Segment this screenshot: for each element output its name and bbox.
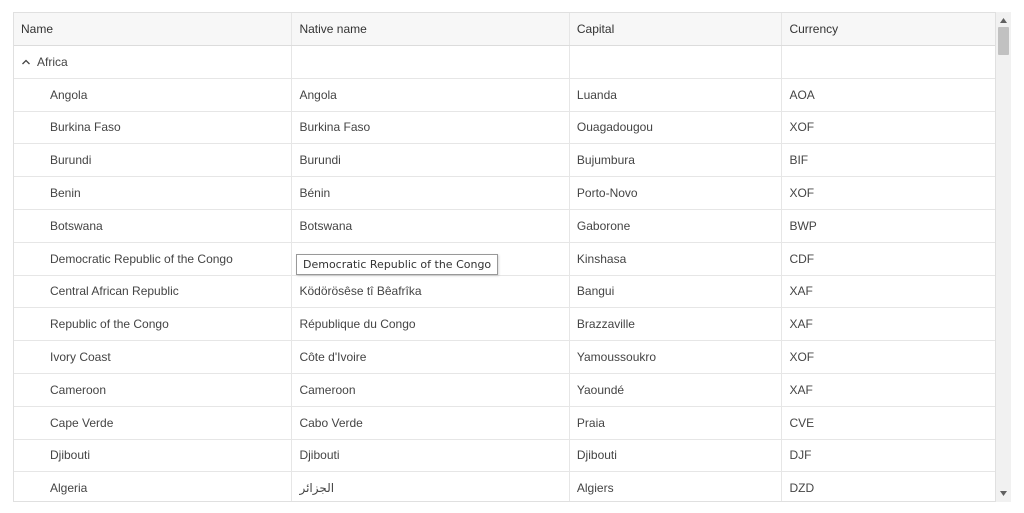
cell-currency[interactable]: AOA	[782, 79, 995, 111]
table-row[interactable]: Burkina Faso Burkina Faso Ouagadougou XOF	[14, 111, 995, 145]
cell-capital[interactable]: Yaoundé	[570, 373, 783, 406]
cell-currency[interactable]: CVE	[782, 407, 995, 439]
cell-capital[interactable]: Praia	[570, 406, 783, 439]
column-header-native-name[interactable]: Native name	[292, 13, 570, 45]
group-cell-empty	[782, 46, 995, 78]
cell-currency[interactable]: XAF	[782, 276, 995, 308]
cell-capital[interactable]: Luanda	[570, 78, 783, 111]
cell-capital[interactable]: Yamoussoukro	[570, 341, 783, 373]
cell-capital[interactable]: Gaborone	[570, 209, 783, 242]
cell-capital[interactable]: Brazzaville	[570, 308, 783, 341]
cell-capital[interactable]: Bujumbura	[570, 144, 783, 177]
cell-tooltip: Democratic Republic of the Congo	[296, 254, 499, 275]
table-row[interactable]: Ivory Coast Côte d'Ivoire Yamoussoukro XOF	[14, 341, 995, 374]
group-row-africa[interactable]: Africa	[14, 46, 995, 79]
cell-native-name[interactable]: Burundi	[292, 144, 570, 177]
cell-currency[interactable]: CDF	[782, 243, 995, 275]
group-cell-empty	[292, 46, 570, 78]
table-row[interactable]: Cameroon Cameroon Yaoundé XAF	[14, 373, 995, 407]
cell-native-name[interactable]: République du Congo	[292, 308, 570, 341]
cell-capital[interactable]: Djibouti	[570, 439, 783, 472]
cell-native-name[interactable]: Djibouti	[292, 439, 570, 472]
cell-name[interactable]: Benin	[14, 177, 293, 209]
scroll-up-arrow-icon[interactable]	[996, 14, 1011, 27]
cell-currency[interactable]: DJF	[782, 440, 995, 472]
cell-currency[interactable]: XAF	[782, 308, 995, 340]
grid-body: Angola Angola Luanda AOA Burkina Faso Burkina…	[14, 78, 995, 501]
cell-name[interactable]: Algeria	[14, 472, 293, 501]
column-header-capital[interactable]: Capital	[570, 13, 783, 45]
group-cell[interactable]: Africa	[14, 46, 293, 78]
cell-name[interactable]: Cape Verde	[14, 406, 293, 439]
cell-native-name[interactable]: Cameroon	[292, 373, 570, 406]
vertical-scrollbar[interactable]	[996, 12, 1011, 502]
group-label: Africa	[37, 54, 68, 69]
group-cell-empty	[570, 46, 783, 78]
cell-currency[interactable]: XOF	[782, 177, 995, 209]
column-header-currency[interactable]: Currency	[782, 13, 995, 45]
table-row[interactable]: Angola Angola Luanda AOA	[14, 78, 995, 112]
table-row[interactable]: Botswana Botswana Gaborone BWP	[14, 209, 995, 243]
cell-capital[interactable]: Ouagadougou	[570, 111, 783, 144]
cell-native-name[interactable]: Burkina Faso	[292, 111, 570, 144]
cell-native-name[interactable]: Ködörösêse tî Bêafrîka	[292, 275, 570, 308]
table-row[interactable]: Burundi Burundi Bujumbura BIF	[14, 144, 995, 178]
countries-grid: Name Native name Capital Currency Africa…	[13, 12, 996, 502]
cell-name[interactable]: Ivory Coast	[14, 341, 293, 373]
column-header-name[interactable]: Name	[14, 13, 293, 45]
cell-native-name[interactable]: Bénin	[292, 177, 570, 209]
table-row[interactable]: Republic of the Congo République du Congo…	[14, 308, 995, 342]
table-row[interactable]: Djibouti Djibouti Djibouti DJF	[14, 439, 995, 473]
cell-native-name[interactable]: Botswana	[292, 209, 570, 242]
cell-name[interactable]: Burkina Faso	[14, 111, 293, 144]
cell-name[interactable]: Republic of the Congo	[14, 308, 293, 341]
cell-native-name[interactable]: Angola	[292, 78, 570, 111]
cell-currency[interactable]: DZD	[782, 472, 995, 501]
cell-name[interactable]: Central African Republic	[14, 275, 293, 308]
cell-name[interactable]: Cameroon	[14, 373, 293, 406]
cell-currency[interactable]: BWP	[782, 210, 995, 242]
cell-capital[interactable]: Algiers	[570, 472, 783, 501]
grid-header-row: Name Native name Capital Currency	[14, 13, 995, 46]
table-row[interactable]: Cape Verde Cabo Verde Praia CVE	[14, 406, 995, 440]
cell-currency[interactable]: XOF	[782, 341, 995, 373]
cell-capital[interactable]: Kinshasa	[570, 242, 783, 275]
table-row[interactable]: Central African Republic Ködörösêse tî Bê…	[14, 275, 995, 309]
cell-native-name[interactable]: Cabo Verde	[292, 406, 570, 439]
chevron-up-icon[interactable]	[21, 57, 31, 67]
scroll-down-arrow-icon[interactable]	[996, 487, 1011, 500]
cell-name[interactable]: Burundi	[14, 144, 293, 177]
cell-currency[interactable]: BIF	[782, 144, 995, 176]
cell-name[interactable]: Djibouti	[14, 439, 293, 472]
cell-name[interactable]: Democratic Republic of the Congo	[14, 242, 293, 275]
cell-name[interactable]: Angola	[14, 78, 293, 111]
cell-currency[interactable]: XAF	[782, 374, 995, 406]
cell-capital[interactable]: Bangui	[570, 275, 783, 308]
cell-native-name[interactable]: Côte d'Ivoire	[292, 341, 570, 373]
cell-native-name[interactable]: الجزائر	[292, 472, 570, 501]
cell-name[interactable]: Botswana	[14, 209, 293, 242]
table-row[interactable]: Benin Bénin Porto-Novo XOF	[14, 177, 995, 210]
table-row[interactable]: Democratic Republic of the CongoRépubliq…	[14, 242, 995, 276]
table-row[interactable]: Algeria الجزائر Algiers DZD	[14, 472, 995, 501]
cell-currency[interactable]: XOF	[782, 112, 995, 144]
cell-capital[interactable]: Porto-Novo	[570, 177, 783, 209]
scrollbar-thumb[interactable]	[998, 27, 1009, 55]
